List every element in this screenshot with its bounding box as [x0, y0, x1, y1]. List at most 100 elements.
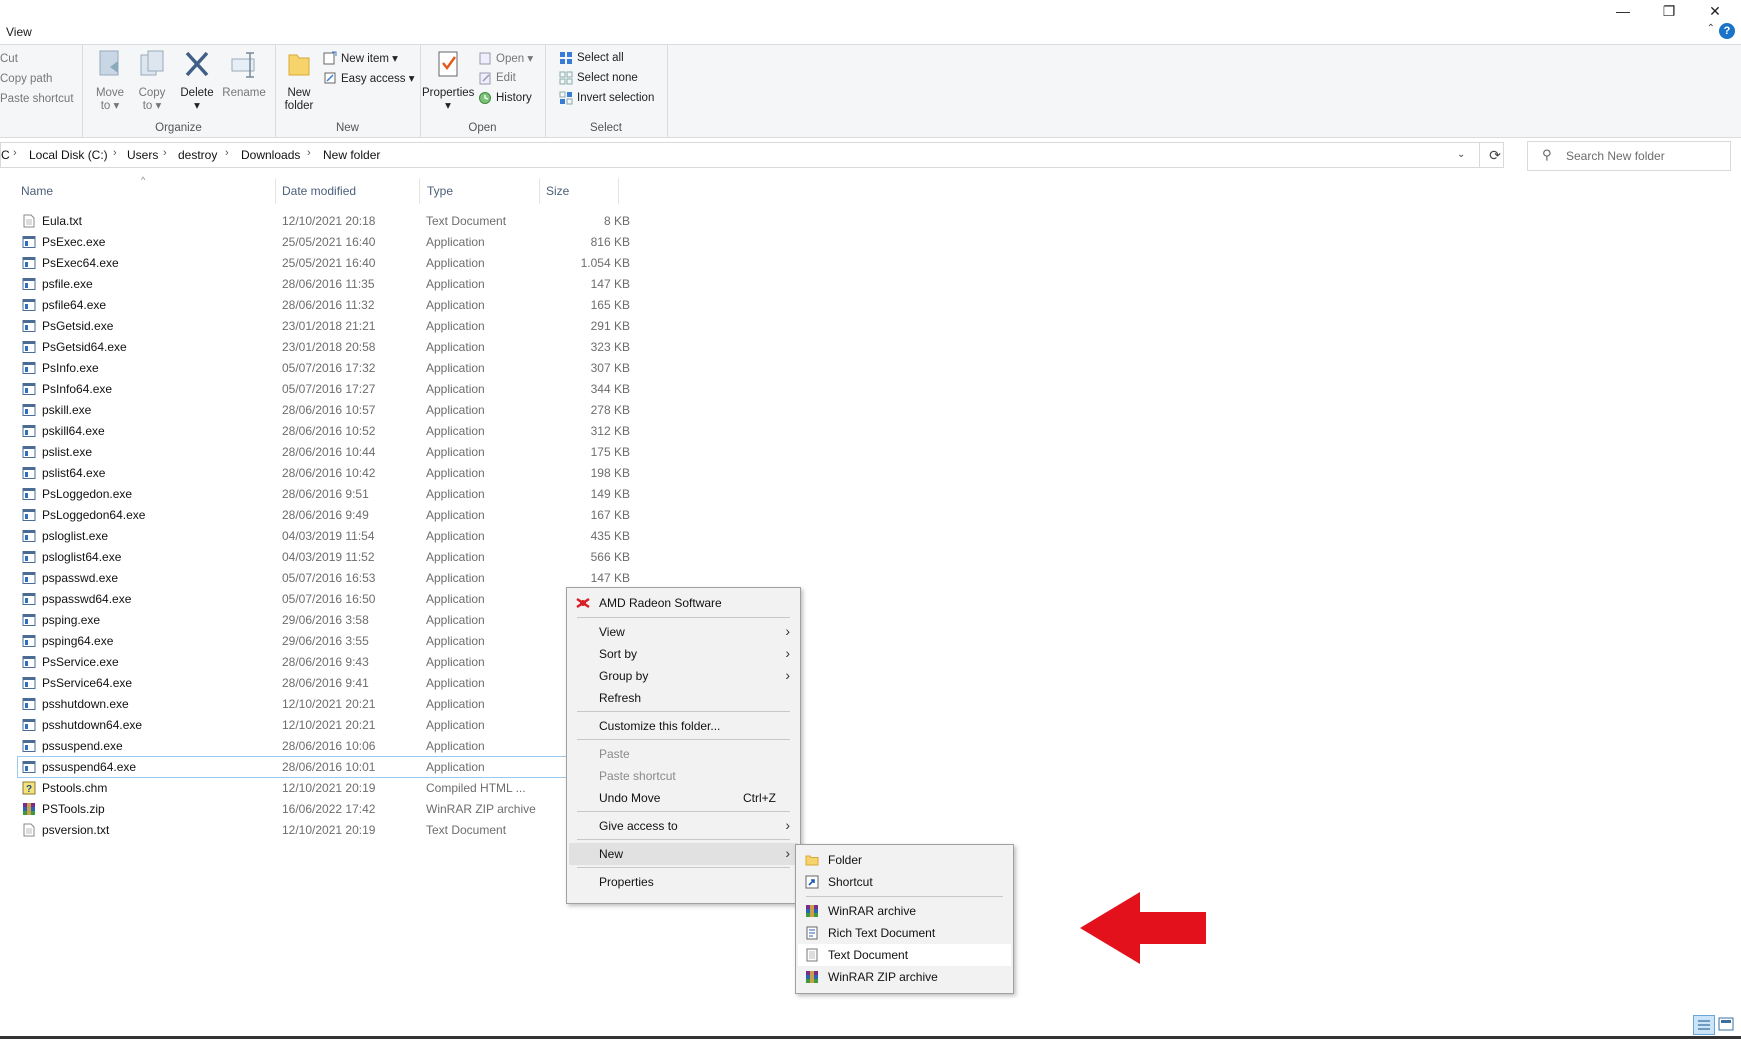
file-row[interactable]: psping.exe 29/06/2016 3:58 Application	[18, 610, 564, 630]
file-row[interactable]: pspasswd64.exe 05/07/2016 16:50 Applicatio…	[18, 589, 564, 609]
menu-item-new[interactable]: New ›	[569, 843, 798, 865]
tab-view[interactable]: View	[6, 25, 32, 39]
file-row[interactable]: PsService64.exe 28/06/2016 9:41 Applicatio…	[18, 673, 564, 693]
address-dropdown-icon[interactable]: ⌄	[1457, 149, 1465, 160]
menu-item-properties[interactable]: Properties	[569, 871, 798, 893]
file-row[interactable]: PsExec.exe 25/05/2021 16:40 Application 816…	[18, 232, 630, 252]
file-row[interactable]: psping64.exe 29/06/2016 3:55 Application	[18, 631, 564, 651]
copy-path-button[interactable]: Copy path	[0, 73, 52, 85]
file-row[interactable]: ? Pstools.chm 12/10/2021 20:19 Compiled HTM…	[18, 778, 564, 798]
menu-item-give-access[interactable]: Give access to ›	[569, 815, 798, 837]
file-row[interactable]: Eula.txt 12/10/2021 20:18 Text Document 8 K…	[18, 211, 630, 231]
menu-item-group-by[interactable]: Group by ›	[569, 665, 798, 687]
address-bar[interactable]: C › Local Disk (C:) › Users › destroy › …	[0, 142, 1504, 168]
column-header-date[interactable]: Date modified	[282, 184, 356, 198]
easy-access-button[interactable]: Easy access ▾	[323, 71, 415, 85]
copy-to-button[interactable]: Copy to ▾	[132, 49, 172, 113]
restore-button[interactable]: ❐	[1646, 0, 1692, 22]
file-row[interactable]: PsInfo.exe 05/07/2016 17:32 Application 307…	[18, 358, 630, 378]
properties-button[interactable]: Properties ▾	[422, 49, 474, 113]
refresh-icon[interactable]: ⟳	[1479, 142, 1510, 168]
rename-button[interactable]: Rename	[222, 49, 266, 100]
file-row[interactable]: pssuspend64.exe 28/06/2016 10:01 Applicati…	[17, 756, 567, 778]
column-header-type[interactable]: Type	[427, 184, 453, 198]
ribbon-collapse-icon[interactable]: ⌃	[1707, 23, 1715, 34]
file-row[interactable]: pssuspend.exe 28/06/2016 10:06 Application	[18, 736, 564, 756]
menu-item-paste[interactable]: Paste	[569, 743, 798, 765]
file-row[interactable]: PSTools.zip 16/06/2022 17:42 WinRAR ZIP ar…	[18, 799, 564, 819]
invert-selection-button[interactable]: Invert selection	[559, 91, 654, 105]
file-row[interactable]: psfile.exe 28/06/2016 11:35 Application 147…	[18, 274, 630, 294]
large-icons-view-icon[interactable]	[1716, 1015, 1736, 1033]
menu-item-paste-shortcut[interactable]: Paste shortcut	[569, 765, 798, 787]
breadcrumb-new-folder[interactable]: New folder	[323, 148, 380, 162]
submenu-item-winrar-zip[interactable]: WinRAR ZIP archive	[798, 966, 1011, 988]
search-input[interactable]: ⚲ Search New folder	[1527, 141, 1731, 171]
close-button[interactable]: ✕	[1692, 0, 1738, 22]
breadcrumb-c[interactable]: C	[1, 148, 10, 162]
minimize-button[interactable]: —	[1600, 0, 1646, 22]
breadcrumb-destroy[interactable]: destroy	[178, 148, 217, 162]
submenu-item-winrar-archive[interactable]: WinRAR archive	[798, 900, 1011, 922]
history-button[interactable]: History	[478, 91, 532, 105]
menu-item-label: Refresh	[599, 691, 642, 705]
new-folder-button[interactable]: New folder	[279, 49, 319, 113]
edit-button[interactable]: Edit	[478, 71, 516, 85]
paste-shortcut-button[interactable]: Paste shortcut	[0, 93, 74, 105]
select-all-button[interactable]: Select all	[559, 51, 624, 65]
file-row[interactable]: psshutdown64.exe 12/10/2021 20:21 Applicat…	[18, 715, 564, 735]
column-divider[interactable]	[539, 178, 540, 204]
move-to-button[interactable]: Move to ▾	[90, 49, 130, 113]
column-divider[interactable]	[275, 178, 276, 204]
file-row[interactable]: PsLoggedon64.exe 28/06/2016 9:49 Applicati…	[18, 505, 630, 525]
new-item-button[interactable]: New item ▾	[323, 51, 398, 65]
column-divider[interactable]	[618, 178, 619, 204]
details-view-icon[interactable]	[1693, 1015, 1715, 1035]
file-row[interactable]: pskill64.exe 28/06/2016 10:52 Application 3…	[18, 421, 630, 441]
file-row[interactable]: PsInfo64.exe 05/07/2016 17:27 Application 3…	[18, 379, 630, 399]
breadcrumb-separator-icon[interactable]: ›	[307, 147, 311, 159]
breadcrumb-separator-icon[interactable]: ›	[13, 147, 17, 159]
file-row[interactable]: psloglist64.exe 04/03/2019 11:52 Applicati…	[18, 547, 630, 567]
breadcrumb-users[interactable]: Users	[127, 148, 158, 162]
file-row[interactable]: pslist64.exe 28/06/2016 10:42 Application 1…	[18, 463, 630, 483]
file-name: pspasswd64.exe	[42, 592, 132, 606]
select-none-button[interactable]: Select none	[559, 71, 638, 85]
help-icon[interactable]: ?	[1719, 23, 1735, 39]
breadcrumb-separator-icon[interactable]: ›	[113, 147, 117, 159]
menu-item-sort-by[interactable]: Sort by ›	[569, 643, 798, 665]
column-header-size[interactable]: Size	[546, 184, 569, 198]
file-row[interactable]: psloglist.exe 04/03/2019 11:54 Application…	[18, 526, 630, 546]
breadcrumb-downloads[interactable]: Downloads	[241, 148, 300, 162]
file-row[interactable]: PsGetsid64.exe 23/01/2018 20:58 Applicatio…	[18, 337, 630, 357]
menu-item-customize-folder[interactable]: Customize this folder...	[569, 715, 798, 737]
file-row[interactable]: psfile64.exe 28/06/2016 11:32 Application 1…	[18, 295, 630, 315]
file-row[interactable]: psversion.txt 12/10/2021 20:19 Text Docume…	[18, 820, 564, 840]
submenu-item-rich-text[interactable]: Rich Text Document	[798, 922, 1011, 944]
menu-item-refresh[interactable]: Refresh	[569, 687, 798, 709]
file-row[interactable]: pslist.exe 28/06/2016 10:44 Application 175…	[18, 442, 630, 462]
breadcrumb-separator-icon[interactable]: ›	[163, 147, 167, 159]
file-row[interactable]: PsService.exe 28/06/2016 9:43 Application	[18, 652, 564, 672]
submenu-item-folder[interactable]: Folder	[798, 849, 1011, 871]
column-header-name[interactable]: Name	[21, 184, 53, 198]
file-row[interactable]: psshutdown.exe 12/10/2021 20:21 Applicatio…	[18, 694, 564, 714]
submenu-item-text-document[interactable]: Text Document	[798, 944, 1011, 966]
open-button[interactable]: Open ▾	[478, 51, 533, 65]
menu-item-undo-move[interactable]: Undo Move Ctrl+Z	[569, 787, 798, 809]
menu-item-view[interactable]: View ›	[569, 621, 798, 643]
winrar-zip-icon	[806, 971, 818, 983]
cut-button[interactable]: Cut	[0, 53, 18, 65]
submenu-item-shortcut[interactable]: Shortcut	[798, 871, 1011, 893]
breadcrumb-local-disk[interactable]: Local Disk (C:)	[29, 148, 108, 162]
file-row[interactable]: PsGetsid.exe 23/01/2018 21:21 Application 2…	[18, 316, 630, 336]
file-row[interactable]: pspasswd.exe 05/07/2016 16:53 Application 1…	[18, 568, 630, 588]
application-icon	[22, 382, 36, 396]
menu-item-amd-radeon[interactable]: AMD Radeon Software	[569, 592, 798, 614]
breadcrumb-separator-icon[interactable]: ›	[225, 147, 229, 159]
file-row[interactable]: pskill.exe 28/06/2016 10:57 Application 278…	[18, 400, 630, 420]
file-row[interactable]: PsExec64.exe 25/05/2021 16:40 Application 1…	[18, 253, 630, 273]
delete-button[interactable]: Delete ▾	[177, 49, 217, 113]
file-row[interactable]: PsLoggedon.exe 28/06/2016 9:51 Application…	[18, 484, 630, 504]
column-divider[interactable]	[419, 178, 420, 204]
